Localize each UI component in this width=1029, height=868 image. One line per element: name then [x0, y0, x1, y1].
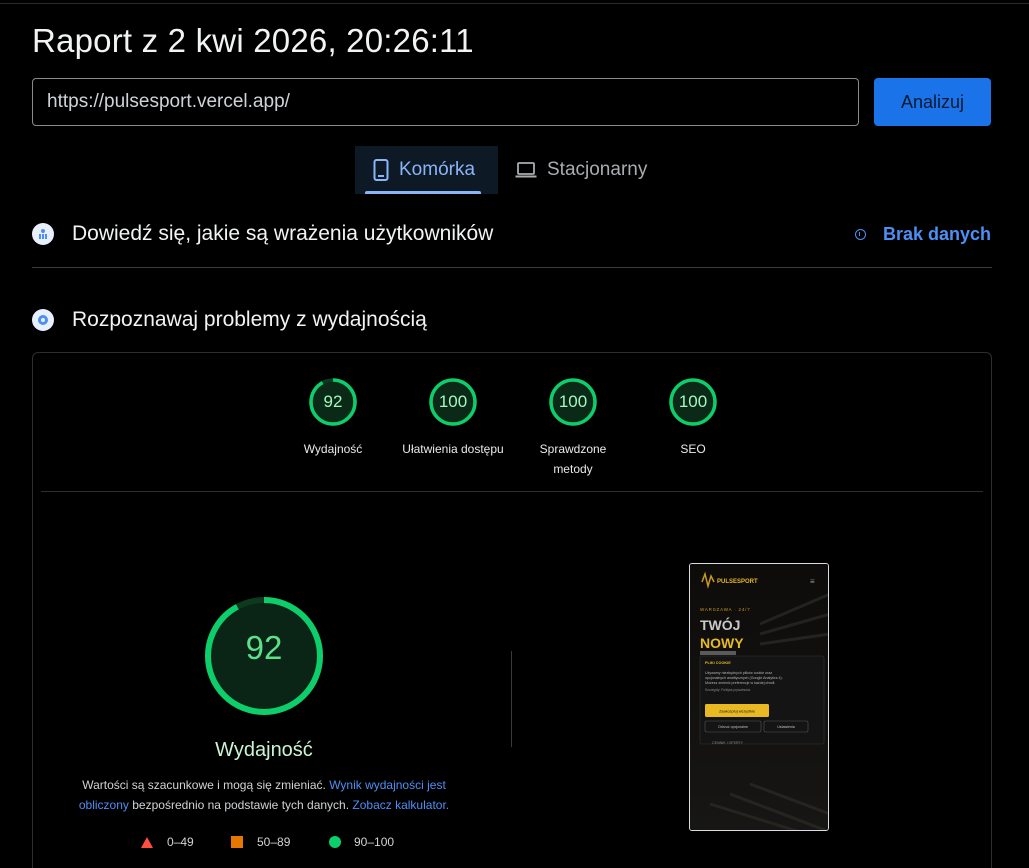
- section-divider: [32, 267, 992, 268]
- field-data-title: Dowiedź się, jakie są wrażenia użytkowni…: [72, 222, 494, 245]
- headline-2: NOWY: [700, 635, 744, 651]
- cookie-policy-link: Szczegóły: Polityka prywatności.: [705, 688, 751, 692]
- vertical-divider: [511, 651, 512, 747]
- gauge-best-practices[interactable]: 100 Sprawdzone metody: [518, 377, 628, 479]
- gauges-divider: [41, 491, 983, 492]
- cookie-title: PLIKI COOKIE: [705, 661, 731, 665]
- performance-score: 92: [245, 629, 283, 666]
- settings-label: Ustawienia: [777, 725, 795, 729]
- lab-data-section: Rozpoznawaj problemy z wydajnością: [32, 308, 992, 332]
- gauge-label: SEO: [680, 442, 706, 456]
- active-tab-indicator: [365, 191, 481, 194]
- bottom-link: CENNIK I OFERTY: [712, 741, 744, 745]
- cookie-banner: [699, 655, 825, 745]
- gauge-label: Ułatwienia dostępu: [402, 442, 504, 456]
- brand-text: PULSESPORT: [717, 579, 758, 585]
- mobile-screenshot-preview: PULSESPORT ≡ WARSZAWA · 24/7 TWÓJ NOWY P…: [690, 564, 828, 830]
- square-icon: [231, 836, 243, 848]
- gauge-label: Wydajność: [303, 442, 363, 456]
- cookie-line-3: Możesz zmienić preferencje w każdej chwi…: [705, 681, 775, 685]
- circle-icon: [329, 836, 341, 848]
- laptop-icon: [515, 161, 537, 179]
- lab-data-title: Rozpoznawaj problemy z wydajnością: [72, 308, 427, 331]
- gauge-score: 100: [438, 392, 468, 411]
- performance-description: Wartości są szacunkowe i mogą się zmieni…: [73, 775, 455, 815]
- gauge-score: 100: [558, 392, 588, 411]
- url-input[interactable]: [32, 78, 859, 126]
- gauge-score: 92: [323, 392, 343, 411]
- gauge-icon: [32, 309, 54, 331]
- no-data-label: Brak danych: [882, 224, 991, 244]
- gauge-performance[interactable]: 92 Wydajność: [278, 377, 388, 459]
- tab-mobile[interactable]: Komórka: [355, 146, 498, 194]
- info-icon: [854, 229, 866, 240]
- cookie-line-1: Używamy niezbędnych plików cookie oraz: [705, 671, 772, 675]
- report-title: Raport z 2 kwi 2026, 20:26:11: [32, 22, 474, 59]
- accept-all-label: Zaakceptuj wszystkie: [719, 710, 755, 714]
- calculator-link[interactable]: Zobacz kalkulator.: [352, 798, 449, 812]
- legend-poor: 0–49: [141, 835, 194, 849]
- headline-1: TWÓJ: [700, 616, 740, 633]
- menu-icon: ≡: [810, 577, 815, 586]
- top-border: [0, 0, 1029, 4]
- legend-average-label: 50–89: [257, 835, 291, 849]
- legend-average: 50–89: [231, 835, 290, 849]
- tab-mobile-label: Komórka: [399, 159, 476, 180]
- users-icon: [32, 223, 54, 245]
- field-data-section: Dowiedź się, jakie są wrażenia użytkowni…: [32, 222, 992, 246]
- page-screenshot: PULSESPORT ≡ WARSZAWA · 24/7 TWÓJ NOWY P…: [689, 563, 829, 831]
- gauge-score: 100: [678, 392, 708, 411]
- lighthouse-panel: 92 Wydajność 100 Ułatwienia dostępu 100 …: [32, 352, 992, 868]
- no-data-status[interactable]: Brak danych: [854, 224, 991, 245]
- legend-poor-label: 0–49: [167, 835, 194, 849]
- triangle-icon: [141, 836, 153, 848]
- reject-optional-label: Odrzuć opcjonalne: [718, 725, 748, 729]
- smartphone-icon: [373, 159, 389, 181]
- gauge-seo[interactable]: 100 SEO: [638, 377, 748, 459]
- score-gauges: 92 Wydajność 100 Ułatwienia dostępu 100 …: [33, 377, 991, 477]
- gauge-accessibility[interactable]: 100 Ułatwienia dostępu: [398, 377, 508, 459]
- performance-label: Wydajność: [215, 739, 313, 761]
- legend-good-label: 90–100: [354, 835, 395, 849]
- tab-desktop[interactable]: Stacjonarny: [515, 146, 647, 194]
- gauge-label: Sprawdzone metody: [539, 442, 607, 476]
- description-text: bezpośrednio na podstawie tych danych.: [132, 798, 350, 812]
- description-text: Wartości są szacunkowe i mogą się zmieni…: [82, 778, 326, 792]
- tab-desktop-label: Stacjonarny: [547, 159, 648, 180]
- cookie-line-2: opcjonalnych analitycznych (Google Analy…: [705, 676, 783, 680]
- legend-good: 90–100: [329, 835, 394, 849]
- tagline-text: WARSZAWA · 24/7: [700, 607, 751, 612]
- analyze-button[interactable]: Analizuj: [874, 78, 991, 126]
